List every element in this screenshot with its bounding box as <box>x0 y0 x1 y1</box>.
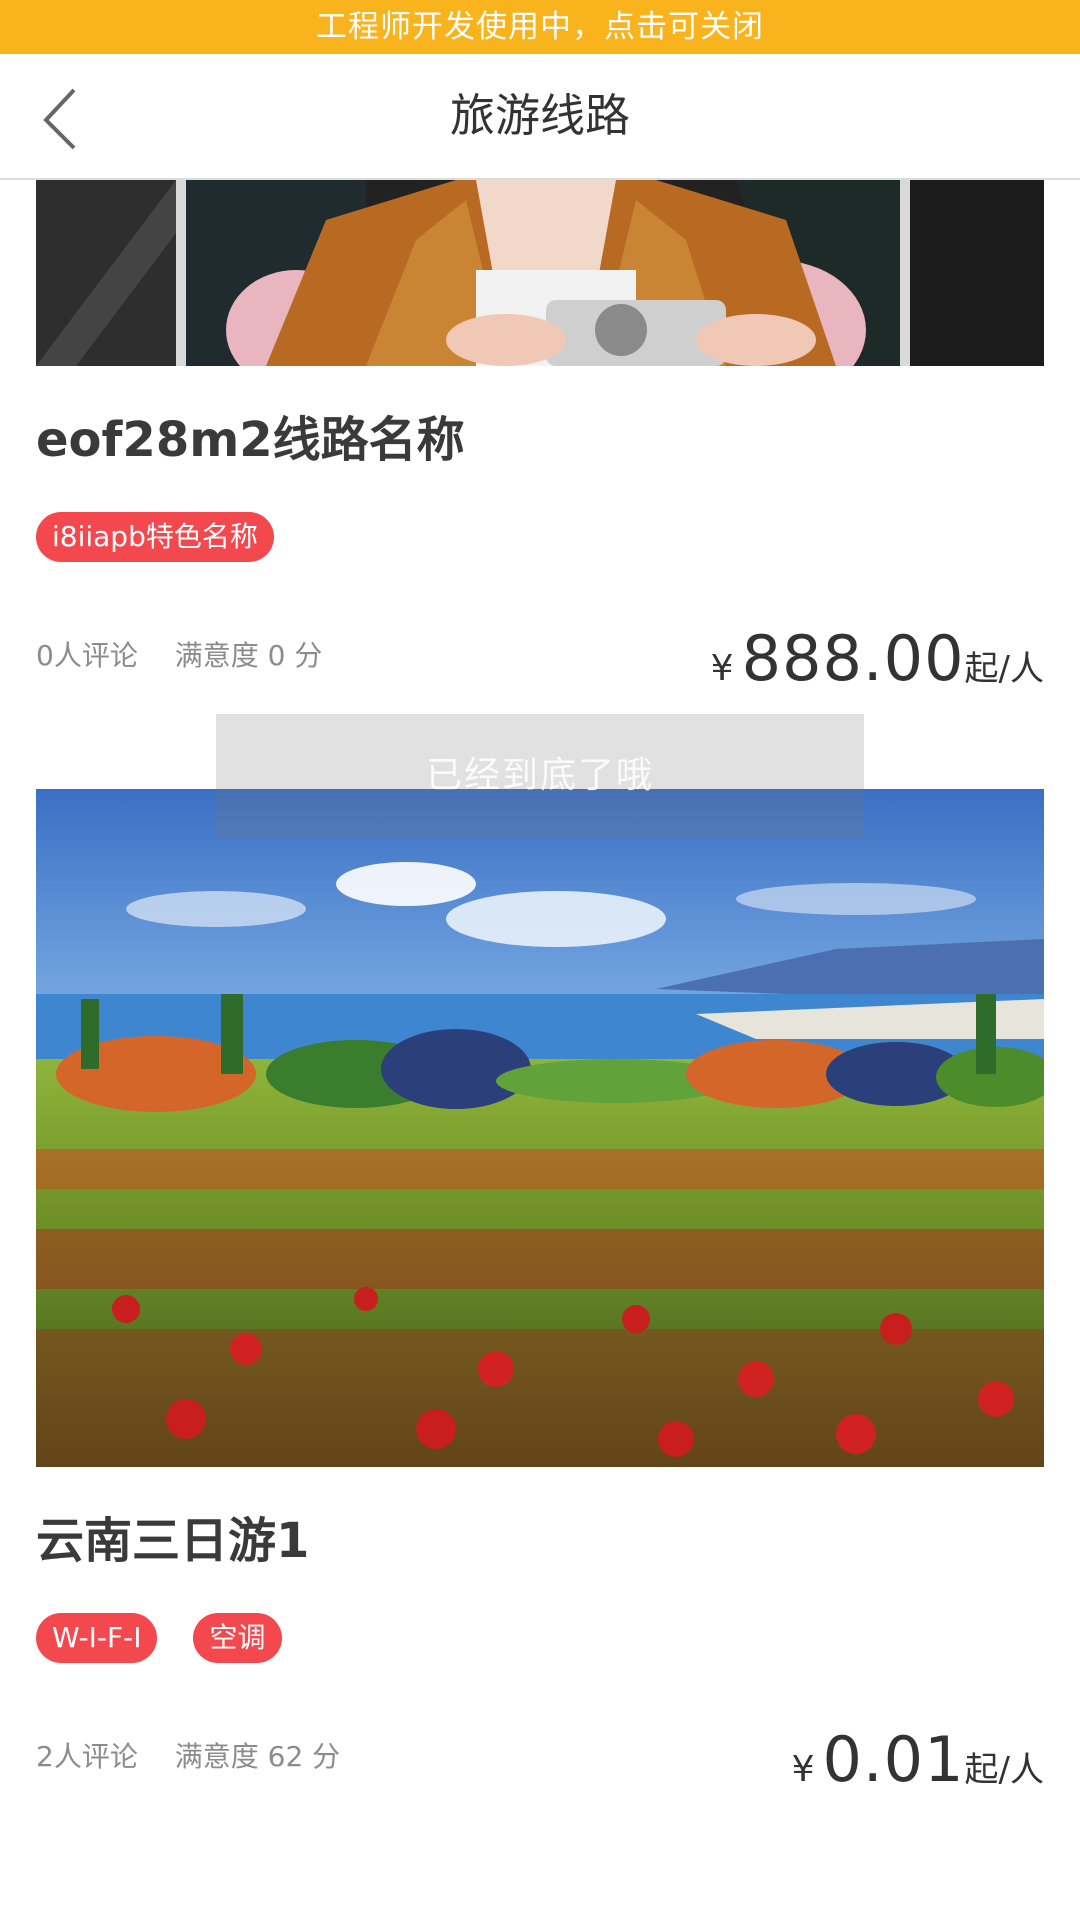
route-title: 云南三日游1 <box>36 1513 310 1569</box>
route-meta: 2人评论 满意度 62 分 ¥0.01起/人 <box>36 1723 1044 1805</box>
price-unit: 起/人 <box>964 649 1044 689</box>
route-title: eof28m2线路名称 <box>36 412 465 468</box>
route-card[interactable]: 云南三日游1 W-I-F-I 空调 2人评论 满意度 62 分 ¥0.01起/人 <box>36 789 1044 1805</box>
currency-symbol: ¥ <box>710 648 734 689</box>
route-price: ¥888.00起/人 <box>711 622 1044 695</box>
feature-tag: W-I-F-I <box>36 1613 158 1663</box>
navbar: 旅游线路 <box>0 54 1080 180</box>
feature-tag: 空调 <box>193 1613 282 1663</box>
route-image[interactable] <box>36 789 1044 1467</box>
price-amount: 0.01 <box>822 1723 965 1796</box>
price-unit: 起/人 <box>964 1750 1044 1790</box>
route-image[interactable] <box>36 180 1044 366</box>
price-amount: 888.00 <box>741 622 965 695</box>
currency-symbol: ¥ <box>791 1749 815 1790</box>
review-count: 0人评论 <box>36 639 138 672</box>
review-count: 2人评论 <box>36 1740 138 1773</box>
dev-mode-banner[interactable]: 工程师开发使用中，点击可关闭 <box>0 0 1080 54</box>
satisfaction-score: 满意度 0 分 <box>174 639 323 672</box>
route-tags: i8iiapb特色名称 <box>36 512 1044 564</box>
dev-mode-banner-text: 工程师开发使用中，点击可关闭 <box>316 9 764 45</box>
route-meta: 0人评论 满意度 0 分 ¥888.00起/人 <box>36 622 1044 704</box>
page-title: 旅游线路 <box>449 89 630 142</box>
route-card[interactable]: eof28m2线路名称 i8iiapb特色名称 0人评论 满意度 0 分 ¥88… <box>36 180 1044 704</box>
feature-tag: i8iiapb特色名称 <box>36 512 274 562</box>
route-list[interactable]: eof28m2线路名称 i8iiapb特色名称 0人评论 满意度 0 分 ¥88… <box>0 180 1080 1920</box>
satisfaction-score: 满意度 62 分 <box>174 1740 341 1773</box>
route-tags: W-I-F-I 空调 <box>36 1613 1044 1665</box>
end-of-list-toast: 已经到底了哦 <box>216 714 864 838</box>
route-price: ¥0.01起/人 <box>792 1723 1044 1796</box>
